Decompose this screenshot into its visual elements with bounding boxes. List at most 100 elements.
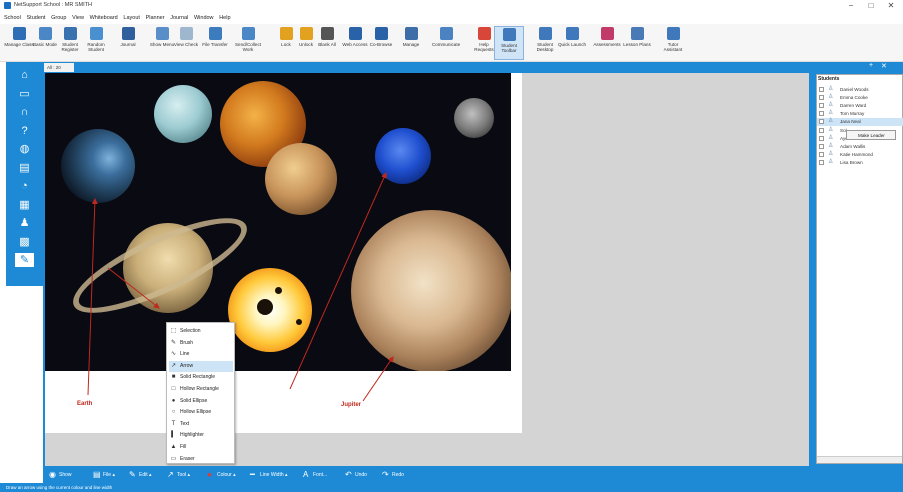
student-checkbox[interactable]	[819, 159, 824, 165]
ribbon-label: Web Access	[342, 42, 368, 47]
bottom-undobutton[interactable]: ↶ Undo	[345, 470, 367, 480]
ribbon-random-studentbutton[interactable]: Random Student	[81, 26, 111, 60]
student-avatar-icon: ♙	[828, 126, 834, 133]
student-row[interactable]: ♙ Emma Cooke	[817, 94, 903, 102]
student-checkbox[interactable]	[819, 135, 824, 141]
student-row[interactable]: ♙ Darren Ward	[817, 102, 903, 110]
menu-school[interactable]: School	[4, 12, 21, 24]
lesson-plans-icon	[630, 27, 644, 40]
ribbon-managebutton[interactable]: Manage	[396, 26, 426, 60]
tool-hollow-rectangle-item[interactable]: □ Hollow Rectangle	[169, 384, 233, 395]
tool-fill-item[interactable]: ▲ Fill	[169, 442, 233, 453]
student-checkbox[interactable]	[819, 103, 824, 109]
student-checkbox[interactable]	[819, 111, 824, 117]
student-checkbox[interactable]	[819, 143, 824, 149]
ribbon-blank-allbutton[interactable]: Blank All	[312, 26, 342, 60]
whiteboard-icon[interactable]: ✎	[15, 253, 34, 267]
add-icon[interactable]: +	[869, 62, 873, 69]
book-icon[interactable]: ▤	[15, 161, 34, 175]
tool-solid-rectangle-item[interactable]: ■ Solid Rectangle	[169, 372, 233, 383]
tab-all[interactable]: All : 20	[44, 63, 74, 72]
tool-label: Line	[180, 351, 190, 358]
bottom-tool-icon: ↗	[167, 470, 174, 479]
tool-highlighter-item[interactable]: ▍ Highlighter	[169, 430, 233, 441]
minimize-button[interactable]: −	[844, 1, 858, 10]
make-leader-menu-item[interactable]: Make Leader	[846, 130, 896, 140]
headphones-icon[interactable]: ∩	[15, 105, 34, 119]
home-icon[interactable]: ⌂	[15, 68, 34, 82]
menu-view[interactable]: View	[72, 12, 84, 24]
ribbon-label: Lock	[281, 42, 291, 47]
menu-whiteboard[interactable]: Whiteboard	[90, 12, 118, 24]
bottom-showbutton[interactable]: ◉ Show	[49, 470, 72, 480]
student-checkbox[interactable]	[819, 151, 824, 157]
ribbon-assessmentsbutton[interactable]: Assessments	[592, 26, 622, 60]
bottom-tool-label: Undo	[355, 472, 367, 478]
globe-icon[interactable]: ◍	[15, 142, 34, 156]
tool-eraser-item[interactable]: ▭ Eraser	[169, 454, 233, 465]
student-avatar-icon: ♙	[828, 110, 834, 117]
ribbon-communicatebutton[interactable]: Communicate	[431, 26, 461, 60]
bottom-font-button[interactable]: A Font...	[303, 470, 327, 480]
earth-label: Earth	[77, 401, 93, 407]
menu-layout[interactable]: Layout	[123, 12, 140, 24]
ribbon-send-collect-workbutton[interactable]: Send/Collect Work	[233, 26, 263, 60]
register-icon	[63, 27, 77, 40]
tool-glyph-icon: ○	[171, 409, 176, 416]
question-icon[interactable]: ?	[15, 124, 34, 138]
menu-group[interactable]: Group	[51, 12, 66, 24]
student-row[interactable]: ♙ Jana Neal	[817, 118, 903, 127]
student-row[interactable]: ♙ Katie Hammond	[817, 151, 903, 159]
ribbon-journalbutton[interactable]: Journal	[113, 26, 143, 60]
bottom-line-width-button[interactable]: ━ Line Width ▴	[250, 470, 288, 480]
student-row[interactable]: ♙ Daniel Woods	[817, 86, 903, 94]
student-checkbox[interactable]	[819, 95, 824, 101]
menu-student[interactable]: Student	[27, 12, 46, 24]
students-panel-header: + ✕	[811, 62, 903, 72]
bottom-redobutton[interactable]: ↷ Redo	[382, 470, 404, 480]
printer-icon[interactable]: ▦	[15, 198, 34, 212]
students-header: Students	[818, 76, 840, 82]
bottom-file-button[interactable]: ▤ File ▴	[93, 470, 115, 480]
grid-icon[interactable]: ▩	[15, 235, 34, 249]
tool-hollow-ellipse-item[interactable]: ○ Hollow Ellipse	[169, 407, 233, 418]
tool-selection-item[interactable]: ⬚ Selection	[169, 326, 233, 337]
tool-glyph-icon: ⬚	[170, 328, 177, 334]
ribbon-student-toolbarbutton[interactable]: Student Toolbar	[494, 26, 524, 60]
horizontal-scrollbar[interactable]	[817, 456, 902, 463]
student-checkbox[interactable]	[819, 119, 824, 125]
pie-icon[interactable]: ◔	[15, 179, 34, 193]
bottom-edit-button[interactable]: ✎ Edit ▴	[129, 470, 152, 480]
ribbon-label: Co-Browse	[369, 42, 393, 47]
tool-arrow-item[interactable]: ↗ Arrow	[169, 360, 233, 372]
bottom-colour-button[interactable]: ● Colour ▴	[207, 470, 236, 480]
ribbon-file-transferbutton[interactable]: File Transfer	[200, 26, 230, 60]
ribbon-student-desktopbutton[interactable]: Student Desktop	[530, 26, 560, 60]
saturn-arrow	[107, 267, 160, 309]
student-checkbox[interactable]	[819, 127, 824, 133]
users-icon[interactable]: ♟	[15, 216, 34, 230]
ribbon-co-browsebutton[interactable]: Co-Browse	[366, 26, 396, 60]
tool-text-item[interactable]: T Text	[169, 419, 233, 430]
maximize-button[interactable]: □	[864, 1, 878, 10]
ribbon-lesson-plansbutton[interactable]: Lesson Plans	[622, 26, 652, 60]
student-row[interactable]: ♙ Lisa Brown	[817, 159, 903, 167]
tool-line-item[interactable]: ∿ Line	[169, 349, 233, 360]
menu-journal[interactable]: Journal	[170, 12, 188, 24]
bottom-tool-button[interactable]: ↗ Tool ▴	[167, 470, 190, 480]
menu-help[interactable]: Help	[219, 12, 230, 24]
ribbon-quick-launchbutton[interactable]: Quick Launch	[557, 26, 587, 60]
close-button[interactable]: ✕	[884, 1, 898, 10]
monitor-icon[interactable]: ▭	[15, 87, 34, 101]
tool-brush-item[interactable]: ✎ Brush	[169, 338, 233, 349]
ribbon-tutor-assistantbutton[interactable]: Tutor Assistant	[658, 26, 688, 60]
student-row[interactable]: ♙ Adam Wallis	[817, 143, 903, 151]
ribbon-view-checkbutton[interactable]: View Check	[171, 26, 201, 60]
tool-glyph-icon: ●	[171, 397, 176, 404]
menu-planner[interactable]: Planner	[146, 12, 165, 24]
tool-label: Fill	[180, 444, 187, 450]
student-checkbox[interactable]	[819, 87, 824, 92]
menu-window[interactable]: Window	[194, 12, 214, 24]
tool-solid-ellipse-item[interactable]: ● Solid Ellipse	[169, 396, 233, 407]
close-icon[interactable]: ✕	[881, 62, 887, 70]
